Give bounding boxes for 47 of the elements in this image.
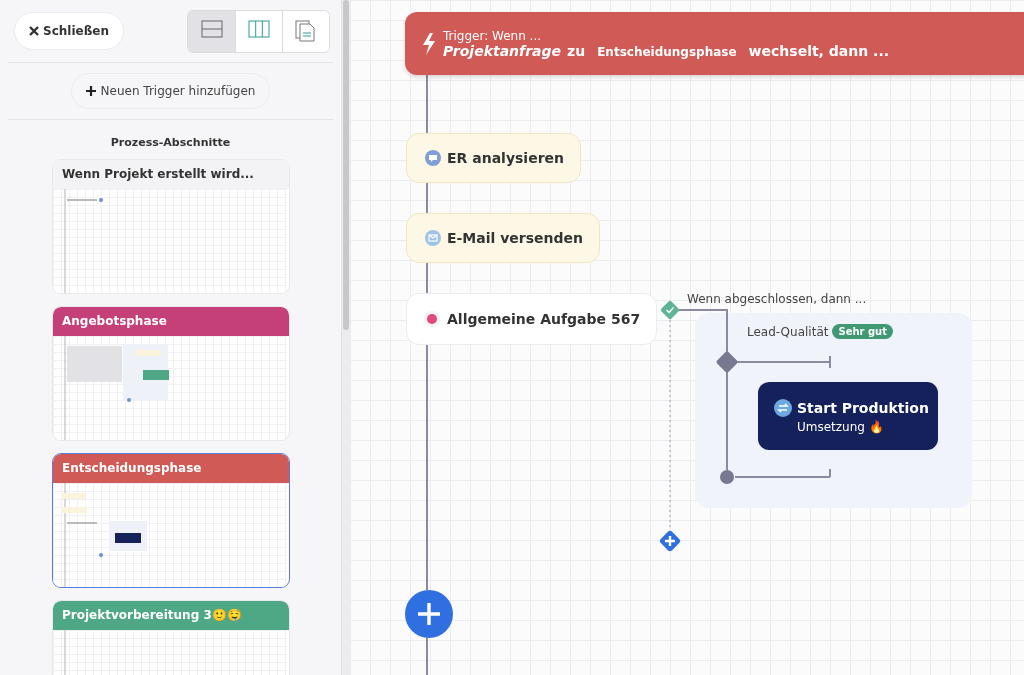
scrollbar[interactable] [341,0,350,675]
flow-line [426,637,428,675]
step-title: ER analysieren [447,150,564,166]
trigger-phase: Entscheidungsphase [597,44,737,59]
step-node[interactable]: Allgemeine Aufgabe 567 [406,293,658,345]
check-diamond-icon [660,300,680,320]
step-node[interactable]: E-Mail versenden [406,213,601,263]
step-title: E-Mail versenden [447,230,584,246]
condition-label: Wenn abgeschlossen, dann ... [687,292,867,306]
step-node[interactable]: ER analysieren [406,133,581,183]
merge-node-icon [720,470,734,484]
lightning-icon [422,32,436,55]
section-title: Wenn Projekt erstellt wird... [53,160,289,189]
view-toggle-button[interactable] [282,10,329,52]
close-icon [29,26,39,36]
flow-line [426,74,428,134]
plus-icon [418,603,440,625]
section-title: Angebotsphase [53,307,289,336]
chat-bubble-icon [425,150,441,166]
action-card[interactable]: Start Produktion Umsetzung 🔥 [758,382,938,450]
section-card[interactable]: Angebotsphase [52,306,290,441]
value-badge: Sehr gut [832,324,893,339]
view-toggle-button[interactable] [188,10,235,52]
plus-icon [85,86,96,96]
add-button[interactable] [405,590,453,638]
add-trigger-button[interactable]: Neuen Trigger hinzufügen [70,73,271,109]
scrollbar-thumb[interactable] [343,0,349,330]
section-heading: Prozess-Abschnitte [109,136,232,149]
section-card[interactable]: Wenn Projekt erstellt wird... [52,159,290,294]
rule-label: Lead-Qualität [747,324,829,339]
trigger-connector: zu [567,42,586,59]
action-title: Start Produktion [797,399,929,416]
section-title: Entscheidungsphase [53,454,289,483]
close-button[interactable]: Schließen [14,12,124,50]
flow-line [426,182,428,214]
action-subtitle: Umsetzung 🔥 [796,419,885,434]
trigger-suffix: wechselt, dann ... [748,42,890,59]
envelope-icon [425,230,441,246]
section-title: Projektvorbereitung 3🙂🤤 [53,601,289,630]
swap-icon [774,398,792,417]
document-icon [295,20,317,42]
trigger-entity: Projektanfrage [443,42,562,59]
section-card[interactable]: Entscheidungsphase [52,453,290,588]
trigger-label: Trigger: Wenn ... [443,28,543,43]
flow-line [426,262,428,294]
trigger-bar[interactable]: Trigger: Wenn ... Projektanfrage zu Entscheidungsphase wechselt, dann ... [405,12,1024,75]
step-title: Allgemeine Aufgabe 567 [447,311,641,327]
